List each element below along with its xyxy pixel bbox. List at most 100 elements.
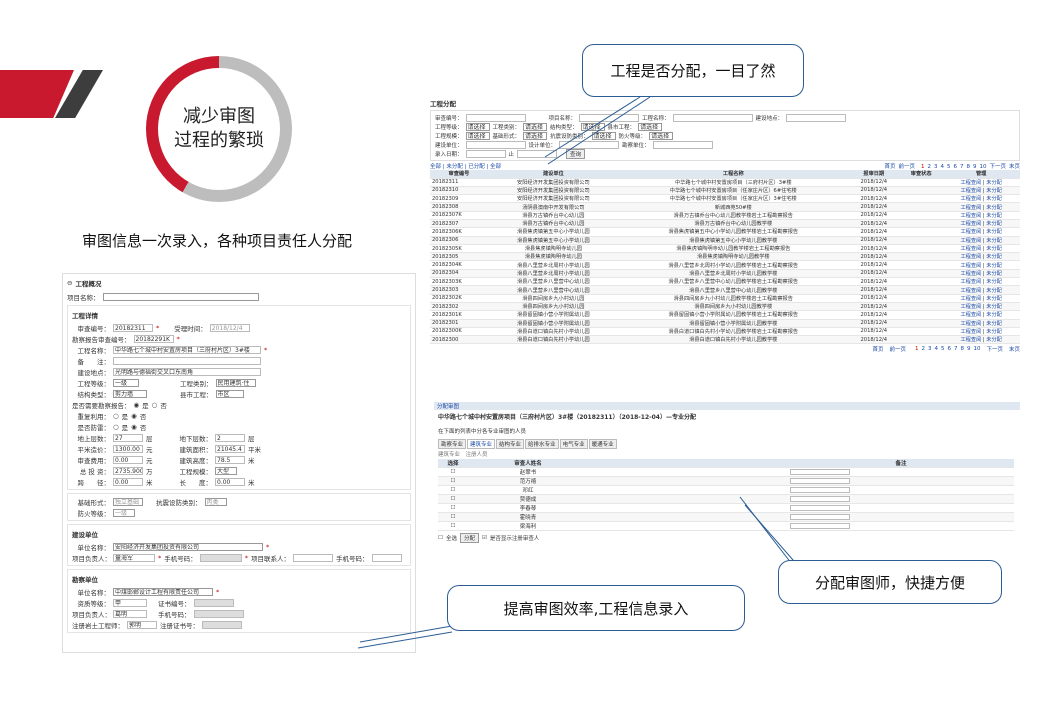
filter-review-no-input[interactable] [465,113,526,122]
floors-below-input[interactable]: 2 [215,433,245,442]
assign-link[interactable]: 未分配 [986,296,1002,302]
show-registered-checkbox[interactable]: ☑ [482,535,487,541]
page-number[interactable]: 4 [934,346,938,352]
pager-prev[interactable]: 前一页 [898,164,915,170]
page-number[interactable]: 10 [973,346,980,352]
survey-no-input[interactable]: 20182291K [133,334,174,343]
filter-surveyor-input[interactable] [652,140,713,149]
filter-seismic-select[interactable]: 请选择 [591,131,616,140]
reg-no-input[interactable] [202,620,242,629]
unit-price-input[interactable]: 1300.00 [113,444,143,453]
assign-link[interactable]: 未分配 [986,196,1002,202]
assign-link[interactable]: 未分配 [986,304,1002,310]
page-number[interactable]: 3 [934,164,938,170]
floors-above-input[interactable]: 27 [113,433,143,442]
project-select[interactable] [102,292,259,301]
reviewer-checkbox[interactable]: ☐ [438,467,468,477]
radio-no[interactable]: ○ [152,401,158,409]
filter-entry-from[interactable] [465,149,506,158]
invest-input[interactable]: 2735.9000 [113,466,143,475]
filter-structure-select[interactable]: 请选择 [580,122,605,131]
view-project-link[interactable]: 工程查阅 [960,180,981,186]
assign-link[interactable]: 未分配 [986,263,1002,269]
tab-specialty-0[interactable]: 勘察专业 [438,439,467,449]
build-area-input[interactable]: 21045.4 [215,444,245,453]
filter-entry-to[interactable] [517,149,558,158]
scale-select[interactable]: 大型 [215,466,237,475]
page-number[interactable]: 8 [966,164,970,170]
manager-phone-input[interactable] [199,553,242,562]
tab-specialty-5[interactable]: 暖通专业 [588,439,617,449]
view-project-link[interactable]: 工程查阅 [960,188,981,194]
pager-prev-bottom[interactable]: 前一页 [889,345,906,353]
reviewer-remark-input[interactable] [790,478,850,484]
reviewer-remark-input[interactable] [790,523,850,529]
pager-numbers-bottom[interactable]: 1 2 3 4 5 6 7 8 9 10 [912,346,981,352]
reviewer-checkbox[interactable]: ☐ [438,476,468,486]
name-input[interactable]: 中华路七个城中村安置房项目（三府村片区）3#楼 [113,345,261,354]
fire-select[interactable]: 一级 [113,508,135,517]
qual-grade-input[interactable]: 甲 [113,598,147,607]
page-number[interactable]: 1 [915,346,919,352]
page-number[interactable]: 9 [967,346,971,352]
page-number[interactable]: 8 [960,346,964,352]
pager-first-bottom[interactable]: 首页 [872,345,883,353]
reviewer-remark-input[interactable] [790,505,850,511]
tab-specialty-3[interactable]: 给排水专业 [525,439,559,449]
length-input[interactable]: 0.00 [215,477,245,486]
assign-link[interactable]: 未分配 [986,221,1002,227]
category-select[interactable]: 民用建筑·住 [215,378,256,387]
view-project-link[interactable]: 工程查阅 [960,321,981,327]
page-number[interactable]: 4 [940,164,944,170]
pager-first[interactable]: 首页 [884,164,895,170]
pager-next[interactable]: 下一页 [989,164,1006,170]
reviewer-checkbox[interactable]: ☐ [438,521,468,531]
assign-link[interactable]: 未分配 [986,279,1002,285]
radio-lightning-yes[interactable]: ○ [113,423,119,431]
filter-fire-select[interactable]: 请选择 [649,131,674,140]
view-project-link[interactable]: 工程查阅 [960,254,981,260]
foundation-select[interactable]: 独立基础 [113,497,143,506]
assign-link[interactable]: 未分配 [986,246,1002,252]
filter-foundation-select[interactable]: 请选择 [523,131,548,140]
fee-input[interactable]: 0.00 [113,455,143,464]
site-input[interactable]: 光明路与德福街交叉口东南角 [113,367,261,376]
review-no-input[interactable]: 20182311 [113,323,153,332]
surveyor-input[interactable]: 葛明 [113,609,147,618]
filter-project-input[interactable] [579,113,640,122]
reviewer-checkbox[interactable]: ☐ [438,512,468,522]
view-project-link[interactable]: 工程查阅 [960,213,981,219]
seismic-select[interactable]: 丙类 [204,497,227,506]
contact-phone-input[interactable] [371,553,402,562]
structure-select[interactable]: 剪力墙 [113,389,147,398]
radio-lightning-no[interactable]: ◉ [131,423,137,431]
view-project-link[interactable]: 工程查阅 [960,312,981,318]
assign-link[interactable]: 未分配 [986,312,1002,318]
radio-yes[interactable]: ◉ [134,401,140,409]
page-number[interactable]: 5 [941,346,945,352]
reviewer-remark-input[interactable] [790,487,850,493]
assign-link[interactable]: 未分配 [986,229,1002,235]
assign-link[interactable]: 未分配 [986,329,1002,335]
tab-specialty-4[interactable]: 电气专业 [559,439,588,449]
view-project-link[interactable]: 工程查阅 [960,229,981,235]
view-project-link[interactable]: 工程查阅 [960,279,981,285]
assign-link[interactable]: 未分配 [986,321,1002,327]
assign-link[interactable]: 未分配 [986,188,1002,194]
survey-eng-input[interactable]: 郭明 [127,620,157,629]
collapse-icon[interactable]: ⊖ [67,279,72,287]
view-project-link[interactable]: 工程查阅 [960,238,981,244]
view-project-link[interactable]: 工程查阅 [960,288,981,294]
tab-specialty-1[interactable]: 建筑专业 [467,439,496,449]
page-number[interactable]: 10 [979,164,986,170]
height-input[interactable]: 78.5 [215,455,245,464]
view-project-link[interactable]: 工程查阅 [960,304,981,310]
reviewer-checkbox[interactable]: ☐ [438,485,468,495]
reviewer-remark-input[interactable] [790,496,850,502]
page-number[interactable]: 2 [921,346,925,352]
filter-designer-input[interactable] [559,140,620,149]
pager-numbers[interactable]: 1 2 3 4 5 6 7 8 9 10 [918,164,987,170]
filter-grade-select[interactable]: 请选择 [465,122,490,131]
assign-link[interactable]: 未分配 [986,213,1002,219]
status-filter-tabs[interactable]: 全部 | 未分配 | 已分配 | 全部 [430,162,501,170]
